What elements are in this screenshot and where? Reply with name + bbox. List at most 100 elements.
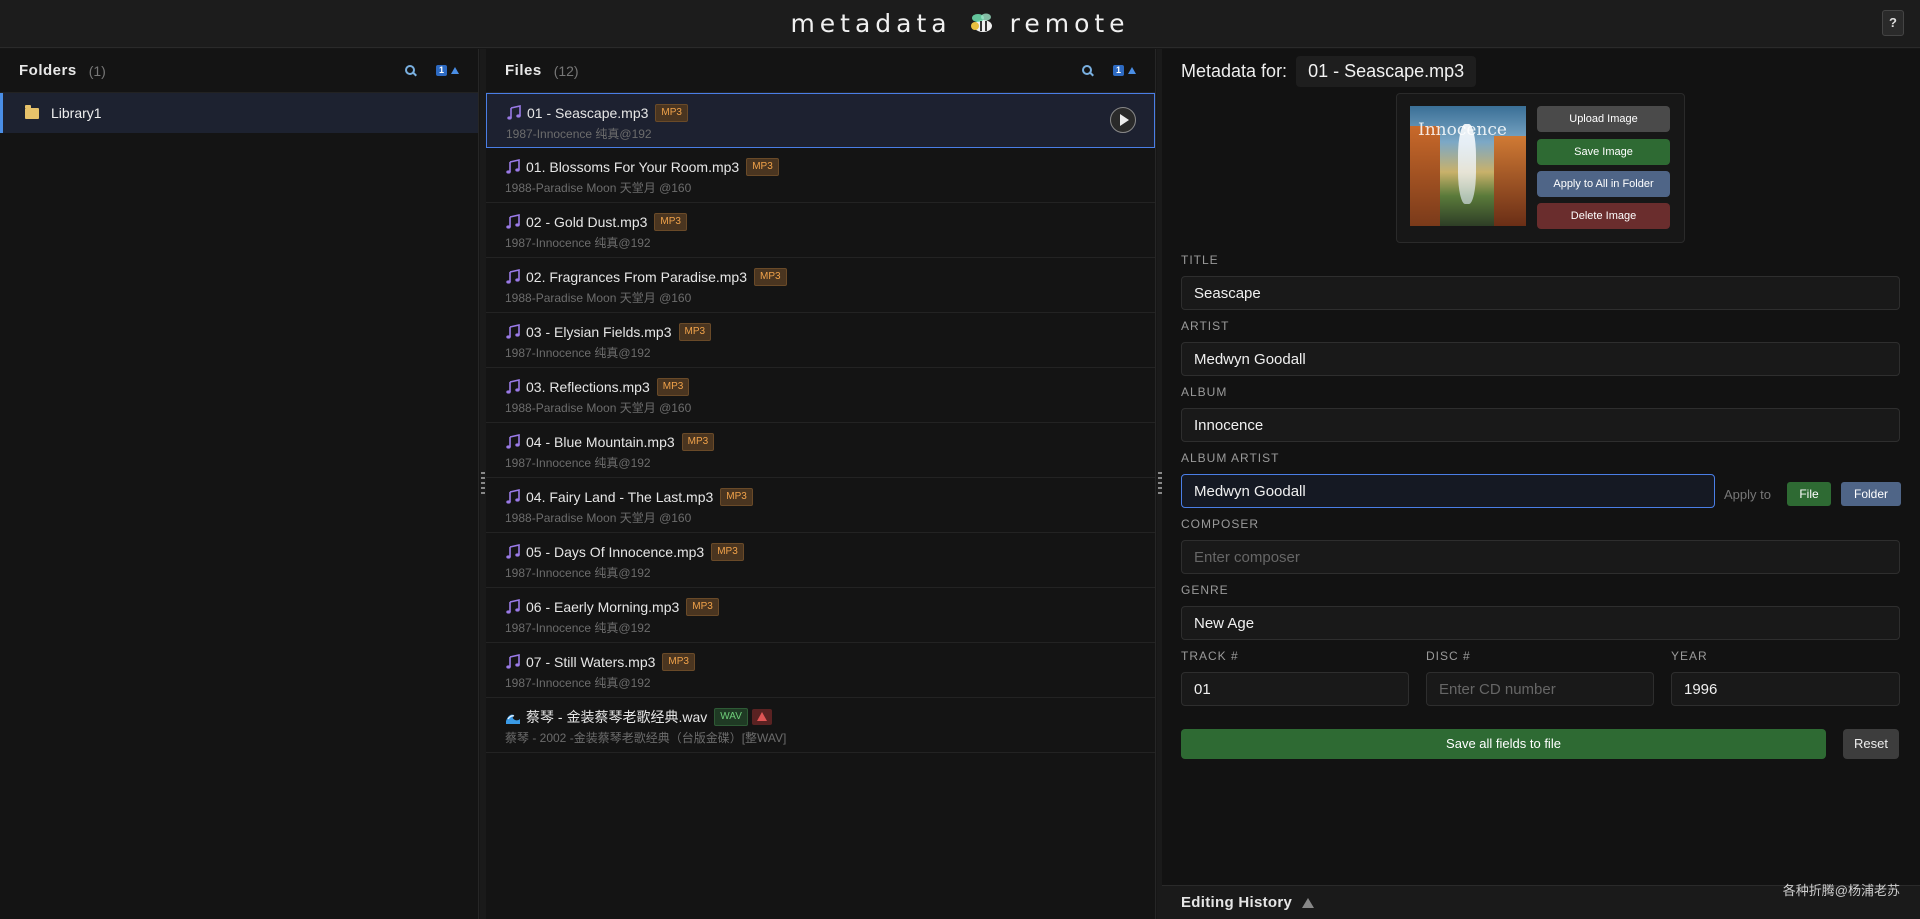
reset-button[interactable]: Reset [1843, 729, 1899, 759]
album-art-image[interactable]: Innocence [1410, 106, 1526, 226]
file-name: 05 - Days Of Innocence.mp3 [526, 544, 705, 560]
file-row-line: 蔡琴 - 金装蔡琴老歌经典.wav WAV [505, 707, 1136, 727]
title-input[interactable]: Seascape [1181, 276, 1900, 310]
file-row-line: 07 - Still Waters.mp3 MP3 [505, 652, 1136, 672]
file-subtitle: 1987-Innocence 纯真@192 [505, 456, 651, 470]
music-note-icon [505, 214, 526, 230]
file-row-line: 05 - Days Of Innocence.mp3 MP3 [505, 542, 1136, 562]
file-row[interactable]: 04 - Blue Mountain.mp3 MP3 1987-Innocence … [486, 423, 1155, 478]
apply-to-folder-small-button[interactable]: Folder [1841, 482, 1901, 506]
folders-sort-toggle[interactable]: 1 [436, 65, 459, 76]
apply-to-file-button[interactable]: File [1787, 482, 1831, 506]
file-row-line: 01 - Seascape.mp3 MP3 [506, 103, 1135, 123]
year-field: YEAR 1996 [1671, 649, 1900, 706]
album-field: ALBUM Innocence [1181, 385, 1900, 442]
music-note-icon [505, 489, 526, 505]
title-field: TITLE Seascape [1181, 253, 1900, 310]
file-name: 02. Fragrances From Paradise.mp3 [526, 269, 747, 285]
artist-input[interactable]: Medwyn Goodall [1181, 342, 1900, 376]
format-badge: WAV [714, 708, 748, 726]
file-row[interactable]: 05 - Days Of Innocence.mp3 MP3 1987-Innoce… [486, 533, 1155, 588]
music-note-icon [505, 599, 526, 615]
folders-search-icon[interactable] [404, 64, 418, 78]
artist-label: ARTIST [1181, 319, 1230, 333]
file-row[interactable]: 01. Blossoms For Your Room.mp3 MP3 1988-Pa… [486, 148, 1155, 203]
apply-to-folder-button[interactable]: Apply to All in Folder [1537, 171, 1670, 197]
artist-field: ARTIST Medwyn Goodall [1181, 319, 1900, 376]
save-all-button[interactable]: Save all fields to file [1181, 729, 1826, 759]
music-note-icon [505, 324, 526, 340]
music-note-icon [505, 654, 526, 670]
album-artist-field: ALBUM ARTIST Medwyn Goodall [1181, 451, 1715, 508]
file-name: 04 - Blue Mountain.mp3 [526, 434, 675, 450]
format-badge: MP3 [681, 433, 715, 451]
composer-input[interactable]: Enter composer [1181, 540, 1900, 574]
format-badge: MP3 [662, 653, 695, 671]
genre-field: GENRE New Age [1181, 583, 1900, 640]
file-row-line: 06 - Eaerly Morning.mp3 MP3 [505, 597, 1136, 617]
expand-up-icon [1302, 897, 1315, 908]
file-row-line: 02 - Gold Dust.mp3 MP3 [505, 212, 1136, 232]
album-artist-label: ALBUM ARTIST [1181, 451, 1280, 465]
file-name: 03. Reflections.mp3 [526, 379, 650, 395]
file-row[interactable]: 02 - Gold Dust.mp3 MP3 1987-Innocence 纯真@1… [486, 203, 1155, 258]
file-row[interactable]: 04. Fairy Land - The Last.mp3 MP3 1988-Par… [486, 478, 1155, 533]
file-row[interactable]: 蔡琴 - 金装蔡琴老歌经典.wav WAV 蔡琴 - 2002 -金装蔡琴老歌经典（… [486, 698, 1155, 753]
files-sort-toggle[interactable]: 1 [1113, 65, 1136, 76]
files-search-icon[interactable] [1081, 64, 1095, 78]
album-input[interactable]: Innocence [1181, 408, 1900, 442]
watermark-text: 各种折腾@杨浦老苏 [1782, 883, 1900, 898]
music-note-icon [505, 379, 526, 395]
file-row-line: 01. Blossoms For Your Room.mp3 MP3 [505, 157, 1136, 177]
play-button[interactable] [1110, 107, 1136, 133]
music-note-icon [505, 159, 526, 175]
file-name: 06 - Eaerly Morning.mp3 [526, 599, 680, 615]
metadata-filename: 01 - Seascape.mp3 [1296, 55, 1477, 87]
help-button[interactable]: ? [1882, 10, 1904, 36]
file-subtitle: 1988-Paradise Moon 天堂月 @160 [505, 181, 692, 195]
format-badge: MP3 [678, 323, 712, 341]
top-bar: metadata remote ? [0, 0, 1920, 48]
format-badge: MP3 [686, 598, 719, 616]
bee-logo-icon [966, 9, 996, 35]
composer-label: COMPOSER [1181, 517, 1260, 531]
folders-count: (1) [88, 62, 106, 79]
delete-image-button[interactable]: Delete Image [1537, 203, 1670, 229]
track-field: TRACK # 01 [1181, 649, 1409, 706]
file-row[interactable]: 07 - Still Waters.mp3 MP3 1987-Innocence 纯… [486, 643, 1155, 698]
file-row[interactable]: 03 - Elysian Fields.mp3 MP3 1987-Innocence… [486, 313, 1155, 368]
file-subtitle: 1987-Innocence 纯真@192 [505, 566, 651, 580]
file-subtitle: 1987-Innocence 纯真@192 [505, 346, 651, 360]
files-panel: Files (12) 1 01 - Seascape.mp3 MP3 1987-In… [486, 49, 1156, 919]
drag-handle-icon [481, 472, 485, 496]
file-row[interactable]: 06 - Eaerly Morning.mp3 MP3 1987-Innocence… [486, 588, 1155, 643]
warning-icon [751, 709, 772, 725]
file-row-line: 03 - Elysian Fields.mp3 MP3 [505, 322, 1136, 342]
disc-input[interactable]: Enter CD number [1426, 672, 1654, 706]
brand-right: remote [1009, 9, 1130, 38]
year-input[interactable]: 1996 [1671, 672, 1900, 706]
disc-field: DISC # Enter CD number [1426, 649, 1654, 706]
folder-label: Library1 [51, 105, 102, 121]
folder-item-library1[interactable]: Library1 [0, 93, 478, 133]
save-image-button[interactable]: Save Image [1537, 139, 1670, 165]
format-badge: MP3 [654, 213, 687, 231]
files-count: (12) [553, 62, 579, 79]
upload-image-button[interactable]: Upload Image [1537, 106, 1670, 132]
title-label: TITLE [1181, 253, 1219, 267]
music-note-icon [505, 434, 526, 450]
file-subtitle: 1987-Innocence 纯真@192 [505, 621, 651, 635]
folders-header: Folders (1) 1 [0, 49, 478, 93]
track-input[interactable]: 01 [1181, 672, 1409, 706]
genre-input[interactable]: New Age [1181, 606, 1900, 640]
files-title: Files [505, 62, 542, 79]
file-subtitle: 1987-Innocence 纯真@192 [505, 236, 651, 250]
folder-icon [25, 104, 39, 119]
track-label: TRACK # [1181, 649, 1239, 663]
file-row[interactable]: 01 - Seascape.mp3 MP3 1987-Innocence 纯真@19… [486, 93, 1155, 148]
file-row[interactable]: 02. Fragrances From Paradise.mp3 MP3 1988-… [486, 258, 1155, 313]
file-row[interactable]: 03. Reflections.mp3 MP3 1988-Paradise Moon… [486, 368, 1155, 423]
file-row-line: 04 - Blue Mountain.mp3 MP3 [505, 432, 1136, 452]
file-subtitle: 1988-Paradise Moon 天堂月 @160 [505, 511, 692, 525]
album-artist-input[interactable]: Medwyn Goodall [1181, 474, 1715, 508]
